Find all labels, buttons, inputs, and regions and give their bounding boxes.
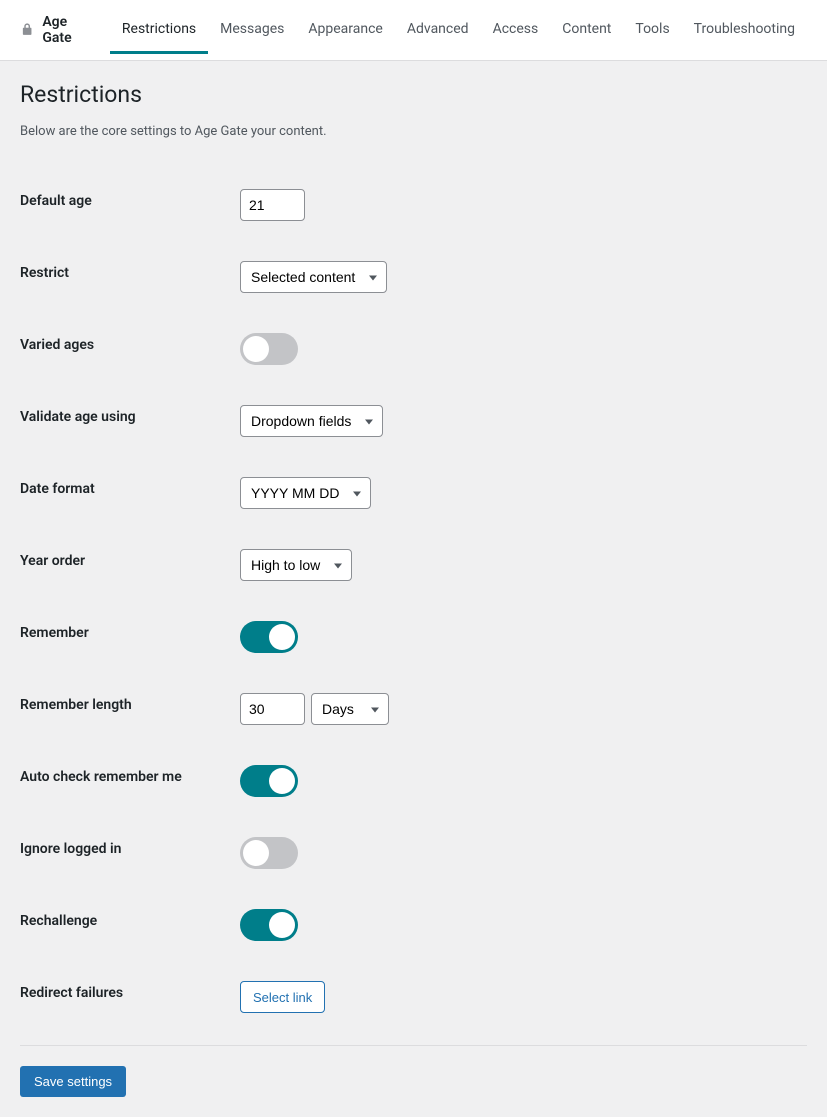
- label-default-age: Default age: [20, 189, 240, 209]
- plugin-title: Age Gate: [42, 0, 94, 60]
- label-ignore-logged-in: Ignore logged in: [20, 837, 240, 857]
- label-restrict: Restrict: [20, 261, 240, 281]
- tab-messages[interactable]: Messages: [208, 7, 296, 54]
- toggle-knob: [243, 336, 269, 362]
- default-age-input[interactable]: [240, 189, 305, 221]
- remember-length-input[interactable]: [240, 693, 305, 725]
- label-varied-ages: Varied ages: [20, 333, 240, 353]
- row-validate-age-using: Validate age using Dropdown fields: [20, 385, 807, 457]
- date-format-select[interactable]: YYYY MM DD: [240, 477, 371, 509]
- row-default-age: Default age: [20, 169, 807, 241]
- row-rechallenge: Rechallenge: [20, 889, 807, 961]
- save-settings-button[interactable]: Save settings: [20, 1066, 126, 1097]
- toggle-knob: [269, 768, 295, 794]
- rechallenge-toggle[interactable]: [240, 909, 298, 941]
- label-year-order: Year order: [20, 549, 240, 569]
- tab-access[interactable]: Access: [481, 7, 551, 54]
- year-order-select[interactable]: High to low: [240, 549, 352, 581]
- row-auto-check-remember: Auto check remember me: [20, 745, 807, 817]
- tab-troubleshooting[interactable]: Troubleshooting: [682, 7, 807, 54]
- toggle-knob: [269, 624, 295, 650]
- row-year-order: Year order High to low: [20, 529, 807, 601]
- validate-age-using-select[interactable]: Dropdown fields: [240, 405, 383, 437]
- label-validate-age-using: Validate age using: [20, 405, 240, 425]
- row-remember-length: Remember length Days: [20, 673, 807, 745]
- label-auto-check-remember: Auto check remember me: [20, 765, 240, 785]
- row-redirect-failures: Redirect failures Select link: [20, 961, 807, 1033]
- divider: [20, 1045, 807, 1046]
- ignore-logged-in-toggle[interactable]: [240, 837, 298, 869]
- tab-appearance[interactable]: Appearance: [296, 7, 394, 54]
- row-remember: Remember: [20, 601, 807, 673]
- auto-check-remember-toggle[interactable]: [240, 765, 298, 797]
- row-ignore-logged-in: Ignore logged in: [20, 817, 807, 889]
- label-date-format: Date format: [20, 477, 240, 497]
- row-date-format: Date format YYYY MM DD: [20, 457, 807, 529]
- label-rechallenge: Rechallenge: [20, 909, 240, 929]
- remember-length-unit-select[interactable]: Days: [311, 693, 389, 725]
- tab-content[interactable]: Content: [550, 7, 623, 54]
- toggle-knob: [269, 912, 295, 938]
- page-title: Restrictions: [20, 81, 807, 108]
- content-area: Restrictions Below are the core settings…: [0, 61, 827, 1117]
- row-restrict: Restrict Selected content: [20, 241, 807, 313]
- label-remember: Remember: [20, 621, 240, 641]
- varied-ages-toggle[interactable]: [240, 333, 298, 365]
- remember-toggle[interactable]: [240, 621, 298, 653]
- tab-restrictions[interactable]: Restrictions: [110, 7, 208, 54]
- page-description: Below are the core settings to Age Gate …: [20, 124, 807, 139]
- label-redirect-failures: Redirect failures: [20, 981, 240, 1001]
- restrict-select[interactable]: Selected content: [240, 261, 387, 293]
- row-varied-ages: Varied ages: [20, 313, 807, 385]
- toggle-knob: [243, 840, 269, 866]
- label-remember-length: Remember length: [20, 693, 240, 713]
- tab-navigation: Age Gate Restrictions Messages Appearanc…: [0, 0, 827, 61]
- lock-icon: [20, 22, 34, 38]
- select-link-button[interactable]: Select link: [240, 981, 325, 1013]
- tab-tools[interactable]: Tools: [623, 7, 681, 54]
- tab-advanced[interactable]: Advanced: [395, 7, 481, 54]
